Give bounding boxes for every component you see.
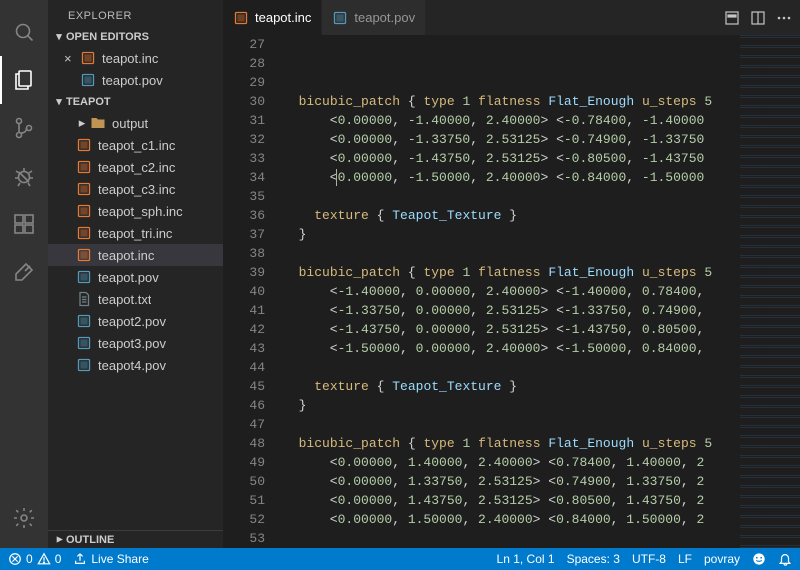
status-eol[interactable]: LF [678, 552, 692, 566]
status-bar: 0 0 Live Share Ln 1, Col 1 Spaces: 3 UTF… [0, 548, 800, 570]
status-indentation[interactable]: Spaces: 3 [567, 552, 620, 566]
file-item[interactable]: teapot_c2.inc [48, 156, 223, 178]
tab-bar: teapot.inc teapot.pov [223, 0, 800, 35]
status-encoding[interactable]: UTF-8 [632, 552, 666, 566]
tab-actions [716, 0, 800, 35]
debug-icon[interactable] [0, 152, 48, 200]
file-item[interactable]: teapot2.pov [48, 310, 223, 332]
file-item[interactable]: teapot3.pov [48, 332, 223, 354]
more-actions-icon[interactable] [776, 10, 792, 26]
chevron-right-icon: ▾ [53, 533, 66, 547]
chevron-down-icon: ▾ [52, 30, 66, 43]
file-item[interactable]: teapot_c1.inc [48, 134, 223, 156]
open-editor-item[interactable]: ×teapot.pov [48, 69, 223, 91]
tab-label: teapot.pov [354, 10, 415, 25]
settings-gear-icon[interactable] [0, 494, 48, 542]
file-label: teapot2.pov [98, 314, 166, 329]
outline-label: OUTLINE [66, 534, 114, 546]
workspace-label: TEAPOT [66, 96, 111, 108]
open-preview-icon[interactable] [724, 10, 740, 26]
file-label: teapot.inc [102, 51, 158, 66]
file-label: teapot_sph.inc [98, 204, 183, 219]
status-live-share[interactable]: Live Share [73, 552, 148, 566]
workspace-tree: ▸ output teapot_c1.inc teapot_c2.inc teapot_… [48, 110, 223, 378]
editor-tab[interactable]: teapot.pov [322, 0, 426, 35]
line-number-gutter: 2728293031323334353637383940414243444546… [223, 35, 283, 548]
file-label: teapot_tri.inc [98, 226, 172, 241]
file-item[interactable]: teapot.pov [48, 266, 223, 288]
status-language[interactable]: povray [704, 552, 740, 566]
file-item[interactable]: teapot.inc [48, 244, 223, 266]
code-area[interactable]: 2728293031323334353637383940414243444546… [223, 35, 800, 548]
file-label: teapot_c3.inc [98, 182, 175, 197]
folder-icon [90, 115, 106, 131]
close-icon[interactable]: × [64, 51, 78, 66]
file-item[interactable]: teapot.txt [48, 288, 223, 310]
workspace-header[interactable]: ▾ TEAPOT [48, 93, 223, 110]
editor-group: teapot.inc teapot.pov 2728293031323334353… [223, 0, 800, 548]
activity-bar [0, 0, 48, 548]
file-item[interactable]: teapot_sph.inc [48, 200, 223, 222]
file-item[interactable]: teapot4.pov [48, 354, 223, 376]
sidebar-title: EXPLORER [48, 0, 223, 28]
chevron-right-icon: ▸ [76, 115, 88, 131]
open-editors-header[interactable]: ▾ OPEN EDITORS [48, 28, 223, 45]
file-label: teapot_c2.inc [98, 160, 175, 175]
editor-tab[interactable]: teapot.inc [223, 0, 322, 35]
feedback-icon[interactable] [752, 552, 766, 566]
open-editors-label: OPEN EDITORS [66, 31, 149, 43]
extensions-icon[interactable] [0, 200, 48, 248]
open-editors-list: × teapot.inc ×teapot.pov [48, 45, 223, 93]
text-cursor [336, 169, 337, 186]
search-icon[interactable] [0, 8, 48, 56]
file-label: teapot.pov [102, 73, 163, 88]
status-cursor-position[interactable]: Ln 1, Col 1 [497, 552, 555, 566]
file-label: teapot.pov [98, 270, 159, 285]
explorer-icon[interactable] [0, 56, 48, 104]
file-label: teapot.inc [98, 248, 154, 263]
sidebar: EXPLORER ▾ OPEN EDITORS × teapot.inc ×teap… [48, 0, 223, 548]
file-label: teapot4.pov [98, 358, 166, 373]
folder-item[interactable]: ▸ output [48, 112, 223, 134]
minimap[interactable] [740, 35, 800, 548]
chevron-down-icon: ▾ [52, 95, 66, 108]
file-label: teapot.txt [98, 292, 151, 307]
tab-label: teapot.inc [255, 10, 311, 25]
open-editor-item[interactable]: × teapot.inc [48, 47, 223, 69]
file-label: teapot_c1.inc [98, 138, 175, 153]
outline-header[interactable]: ▾ OUTLINE [48, 530, 223, 548]
notifications-icon[interactable] [778, 552, 792, 566]
file-item[interactable]: teapot_c3.inc [48, 178, 223, 200]
source-control-icon[interactable] [0, 104, 48, 152]
split-editor-icon[interactable] [750, 10, 766, 26]
file-label: teapot3.pov [98, 336, 166, 351]
share-icon[interactable] [0, 248, 48, 296]
status-problems[interactable]: 0 0 [8, 552, 61, 566]
file-item[interactable]: teapot_tri.inc [48, 222, 223, 244]
folder-label: output [112, 116, 148, 131]
code-content[interactable]: bicubic_patch { type 1 flatness Flat_Eno… [283, 35, 740, 548]
